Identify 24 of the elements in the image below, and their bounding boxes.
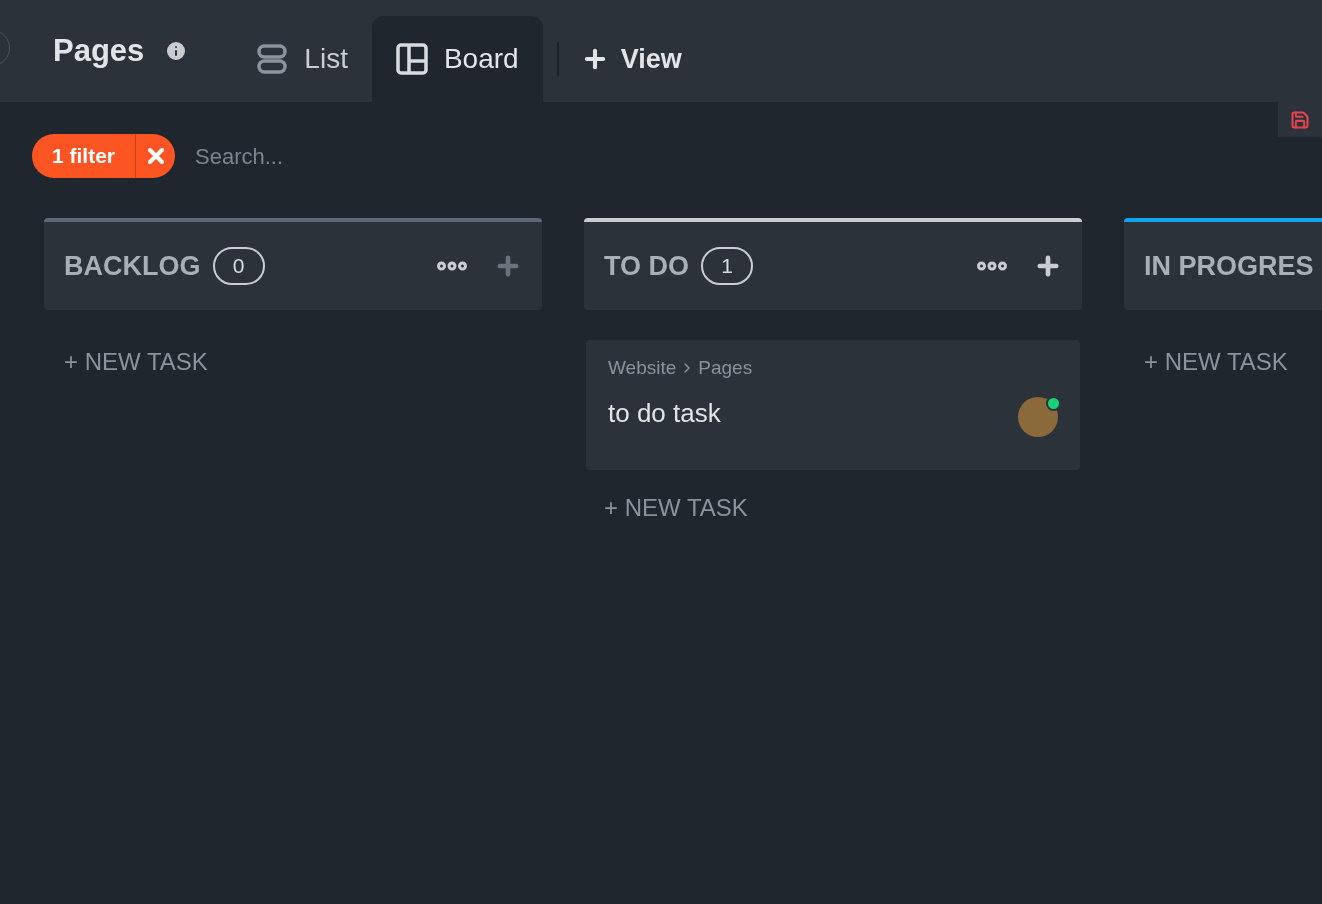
breadcrumb-link[interactable]: Pages [698, 354, 753, 383]
list-icon [256, 43, 289, 75]
new-task-button[interactable]: + NEW TASK [586, 490, 766, 526]
task-card[interactable]: Website Pages to do task [586, 340, 1080, 470]
breadcrumb-link[interactable]: Website [608, 354, 677, 383]
save-button[interactable] [1278, 102, 1322, 137]
view-tab[interactable]: Board [371, 16, 543, 102]
page-title: Pages [53, 31, 145, 70]
filter-label[interactable]: 1 filter [32, 134, 136, 178]
column-title: TO DO [604, 249, 689, 283]
view-tab[interactable]: List [232, 16, 372, 102]
new-task-button[interactable]: + NEW TASK [46, 344, 226, 380]
search-field[interactable]: Search... [195, 139, 496, 173]
new-task-button[interactable]: + NEW TASK [1126, 344, 1306, 380]
add-view-button[interactable]: View [558, 16, 704, 102]
column-title: IN PROGRES [1144, 249, 1314, 283]
avatar[interactable] [1018, 396, 1058, 437]
task-count: 1 [701, 247, 753, 285]
column-title: BACKLOG [64, 249, 201, 283]
save-icon [1290, 109, 1310, 130]
task-title: to do task [608, 397, 721, 430]
filter-pill[interactable]: 1 filter [32, 134, 176, 178]
board-icon [395, 43, 428, 75]
task-count: 0 [212, 247, 265, 285]
